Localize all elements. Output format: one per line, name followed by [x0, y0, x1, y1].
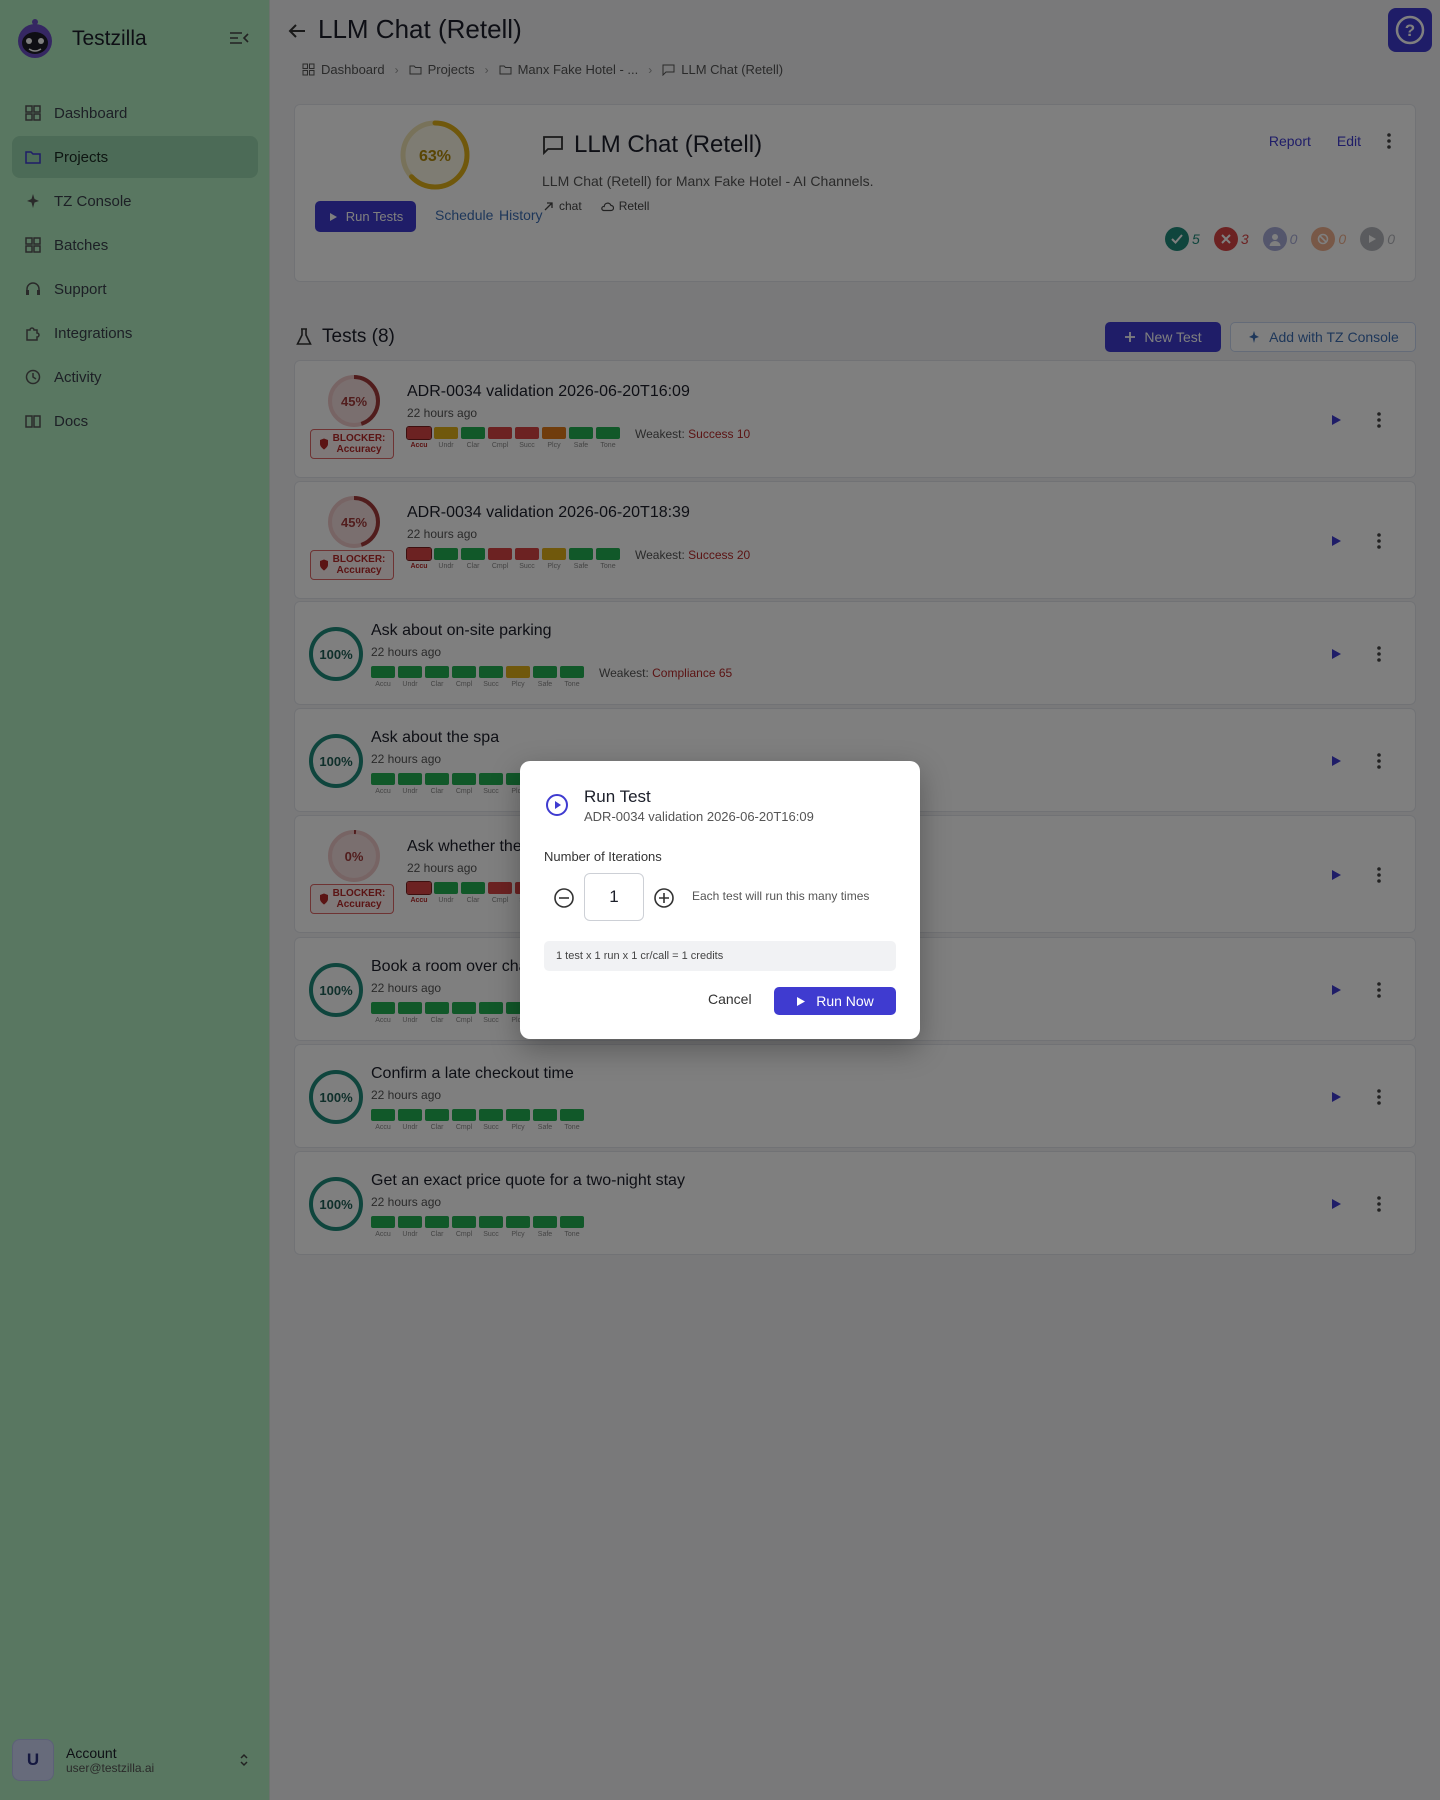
run-now-label: Run Now [816, 993, 874, 1009]
dialog-title: Run Test [584, 787, 651, 806]
iterations-hint: Each test will run this many times [692, 889, 870, 903]
play-icon [797, 996, 806, 1006]
run-test-dialog: Run Test ADR-0034 validation 2026-06-20T… [520, 761, 920, 1039]
dialog-subtitle: ADR-0034 validation 2026-06-20T16:09 [584, 809, 814, 824]
cancel-button[interactable]: Cancel [708, 991, 752, 1007]
increment-iterations-button[interactable] [653, 887, 675, 909]
decrement-iterations-button[interactable] [553, 887, 575, 909]
iterations-label: Number of Iterations [544, 849, 662, 864]
iterations-input[interactable]: 1 [584, 873, 644, 921]
play-circle-icon [546, 794, 568, 816]
credits-summary: 1 test x 1 run x 1 cr/call = 1 credits [544, 941, 896, 971]
run-now-button[interactable]: Run Now [774, 987, 896, 1015]
